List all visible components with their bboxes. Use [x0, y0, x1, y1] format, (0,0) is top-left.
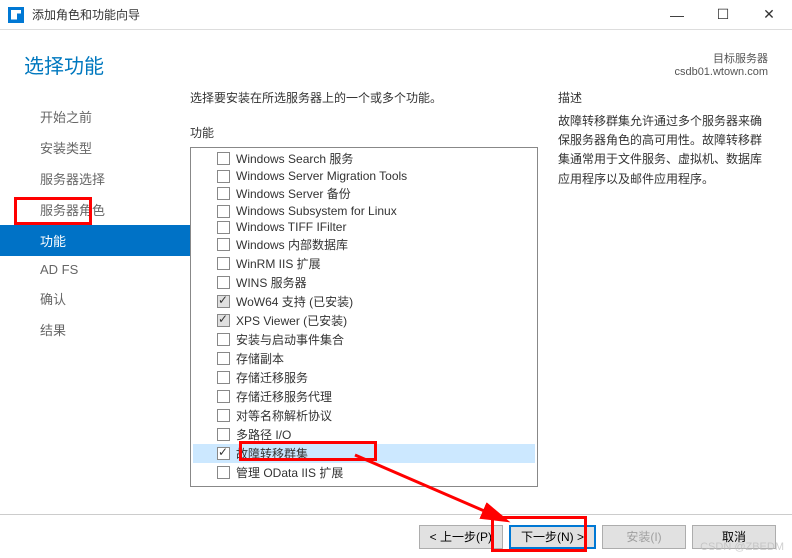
feature-row[interactable]: ▷Windows Subsystem for Linux: [193, 203, 535, 219]
feature-checkbox[interactable]: [217, 314, 230, 327]
window-controls: — ☐ ✕: [654, 0, 792, 30]
page-title: 选择功能: [24, 50, 104, 79]
features-label: 功能: [190, 124, 538, 141]
feature-label: 管理 OData IIS 扩展: [236, 464, 343, 481]
content: 选择要安装在所选服务器上的一个或多个功能。 功能 ▷Windows Proces…: [190, 89, 792, 529]
sidebar-item-1[interactable]: 安装类型: [0, 132, 190, 163]
feature-row[interactable]: ▷存储迁移服务代理: [193, 387, 535, 406]
feature-label: Windows 内部数据库: [236, 236, 348, 253]
feature-label: WinRM IIS 扩展: [236, 255, 321, 272]
feature-label: 对等名称解析协议: [236, 407, 332, 424]
feature-row[interactable]: ▷WoW64 支持 (已安装): [193, 292, 535, 311]
intro-text: 选择要安装在所选服务器上的一个或多个功能。: [190, 89, 538, 106]
feature-checkbox[interactable]: [217, 447, 230, 460]
prev-button[interactable]: < 上一步(P): [419, 525, 503, 549]
feature-label: Windows Server 备份: [236, 185, 351, 202]
feature-row[interactable]: ▷对等名称解析协议: [193, 406, 535, 425]
feature-row[interactable]: ▷存储迁移服务: [193, 368, 535, 387]
feature-row[interactable]: ▷多路径 I/O: [193, 425, 535, 444]
feature-label: 存储迁移服务: [236, 369, 308, 386]
description-panel: 描述 故障转移群集允许通过多个服务器来确保服务器角色的高可用性。故障转移群集通常…: [558, 89, 768, 529]
window-title: 添加角色和功能向导: [32, 6, 654, 23]
feature-label: WoW64 支持 (已安装): [236, 293, 353, 310]
sidebar-item-6[interactable]: 确认: [0, 283, 190, 314]
feature-row[interactable]: ▷故障转移群集: [193, 444, 535, 463]
feature-label: Windows Search 服务: [236, 150, 353, 167]
feature-row[interactable]: ▷安装与启动事件集合: [193, 330, 535, 349]
sidebar-item-3[interactable]: 服务器角色: [0, 194, 190, 225]
target-server-label: 目标服务器: [674, 50, 768, 66]
sidebar: 开始之前安装类型服务器选择服务器角色功能AD FS确认结果: [0, 89, 190, 529]
feature-checkbox[interactable]: [217, 428, 230, 441]
target-server-value: csdb01.wtown.com: [674, 66, 768, 78]
app-icon: [8, 7, 24, 23]
sidebar-item-7[interactable]: 结果: [0, 314, 190, 345]
feature-row[interactable]: ▷管理 OData IIS 扩展: [193, 463, 535, 482]
feature-row[interactable]: ▷Windows 内部数据库: [193, 235, 535, 254]
feature-label: Windows TIFF IFilter: [236, 220, 346, 234]
feature-checkbox[interactable]: [217, 352, 230, 365]
feature-panel: ▷Windows Process Activation Service▷Wind…: [190, 147, 538, 487]
next-button[interactable]: 下一步(N) >: [509, 525, 596, 549]
feature-row[interactable]: ▷存储副本: [193, 349, 535, 368]
watermark: CSDN @ZBEDM: [700, 541, 784, 553]
feature-label: WINS 服务器: [236, 274, 307, 291]
sidebar-item-0[interactable]: 开始之前: [0, 101, 190, 132]
feature-checkbox[interactable]: [217, 295, 230, 308]
sidebar-item-5[interactable]: AD FS: [0, 256, 190, 283]
feature-checkbox[interactable]: [217, 170, 230, 183]
maximize-button[interactable]: ☐: [700, 0, 746, 30]
feature-label: 安装与启动事件集合: [236, 331, 344, 348]
feature-label: XPS Viewer (已安装): [236, 312, 347, 329]
sidebar-item-2[interactable]: 服务器选择: [0, 163, 190, 194]
feature-label: 存储迁移服务代理: [236, 388, 332, 405]
feature-checkbox[interactable]: [217, 238, 230, 251]
feature-label: 多路径 I/O: [236, 426, 291, 443]
feature-row[interactable]: ▷Windows Server Migration Tools: [193, 168, 535, 184]
feature-checkbox[interactable]: [217, 276, 230, 289]
feature-label: Windows Subsystem for Linux: [236, 204, 397, 218]
minimize-button[interactable]: —: [654, 0, 700, 30]
feature-checkbox[interactable]: [217, 466, 230, 479]
description-label: 描述: [558, 89, 768, 106]
feature-checkbox[interactable]: [217, 205, 230, 218]
feature-label: 故障转移群集: [236, 445, 308, 462]
feature-checkbox[interactable]: [217, 187, 230, 200]
target-server-info: 目标服务器 csdb01.wtown.com: [674, 50, 768, 78]
feature-checkbox[interactable]: [217, 409, 230, 422]
feature-label: 存储副本: [236, 350, 284, 367]
feature-checkbox[interactable]: [217, 257, 230, 270]
titlebar: 添加角色和功能向导 — ☐ ✕: [0, 0, 792, 30]
feature-checkbox[interactable]: [217, 152, 230, 165]
main: 开始之前安装类型服务器选择服务器角色功能AD FS确认结果 选择要安装在所选服务…: [0, 89, 792, 529]
feature-checkbox[interactable]: [217, 221, 230, 234]
feature-row[interactable]: ▷Windows Server 备份: [193, 184, 535, 203]
feature-label: Windows Server Migration Tools: [236, 169, 407, 183]
content-left: 选择要安装在所选服务器上的一个或多个功能。 功能 ▷Windows Proces…: [190, 89, 558, 529]
header: 选择功能 目标服务器 csdb01.wtown.com: [0, 30, 792, 89]
footer: < 上一步(P) 下一步(N) > 安装(I) 取消: [0, 514, 792, 558]
description-text: 故障转移群集允许通过多个服务器来确保服务器角色的高可用性。故障转移群集通常用于文…: [558, 112, 768, 189]
feature-checkbox[interactable]: [217, 371, 230, 384]
feature-row[interactable]: ▷XPS Viewer (已安装): [193, 311, 535, 330]
close-button[interactable]: ✕: [746, 0, 792, 30]
feature-checkbox[interactable]: [217, 390, 230, 403]
install-button: 安装(I): [602, 525, 686, 549]
feature-list[interactable]: ▷Windows Process Activation Service▷Wind…: [191, 148, 537, 486]
feature-checkbox[interactable]: [217, 333, 230, 346]
feature-row[interactable]: ▷WinRM IIS 扩展: [193, 254, 535, 273]
feature-row[interactable]: ▷WINS 服务器: [193, 273, 535, 292]
feature-row[interactable]: ▷Windows TIFF IFilter: [193, 219, 535, 235]
sidebar-item-4[interactable]: 功能: [0, 225, 190, 256]
feature-row[interactable]: ▷Windows Search 服务: [193, 149, 535, 168]
